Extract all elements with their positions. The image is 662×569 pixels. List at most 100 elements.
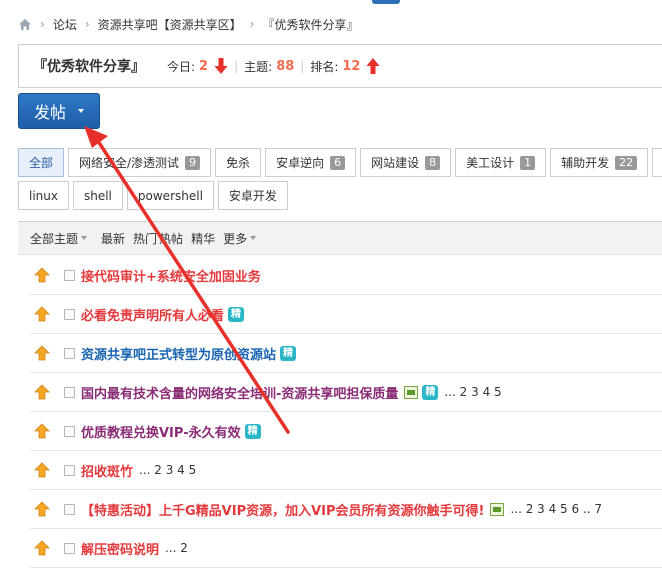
divider: | <box>234 59 239 73</box>
type-tab-design[interactable]: 美工设计 1 <box>455 148 547 177</box>
type-tab-label: shell <box>83 188 112 203</box>
rank-stat: 排名: 12 <box>310 57 380 75</box>
thread-checkbox[interactable] <box>64 347 75 359</box>
thread-title-link[interactable]: 资源共享吧正式转型为原创资源站 <box>81 344 276 363</box>
type-tab-label: 安卓开发 <box>228 189 277 203</box>
digest-badge: 精 <box>422 384 439 400</box>
thread-checkbox[interactable] <box>64 386 75 398</box>
digest-badge: 精 <box>244 423 261 439</box>
thread-checkbox[interactable] <box>64 464 75 476</box>
top-accent-strip <box>372 0 400 4</box>
filter-more[interactable]: 更多 <box>223 230 256 247</box>
table-row: 必看免责声明所有人必看 精 <box>30 295 662 334</box>
pinned-thread-icon <box>34 423 50 439</box>
thread-page-links[interactable]: ... 2 3 4 5 <box>139 463 196 477</box>
thread-page-links[interactable]: ... 2 3 4 5 <box>444 385 501 399</box>
type-tab-label: 安卓逆向 <box>276 156 325 170</box>
thread-page-links[interactable]: ... 2 3 4 5 6 .. 7 <box>510 502 602 516</box>
type-tab-antivirus-evasion[interactable]: 免杀 <box>215 148 262 177</box>
new-post-button[interactable]: 发帖 <box>18 93 100 129</box>
thread-checkbox[interactable] <box>64 503 75 515</box>
breadcrumb-separator: › <box>40 17 45 31</box>
home-icon[interactable] <box>18 18 32 31</box>
thread-page-links[interactable]: ... 2 <box>165 541 188 555</box>
digest-badge: 精 <box>280 345 297 361</box>
topics-label: 主题: <box>244 59 273 74</box>
type-tab-web-building[interactable]: 网站建设 8 <box>360 148 452 177</box>
filter-digest[interactable]: 精华 <box>191 230 215 247</box>
forum-name[interactable]: 『优秀软件分享』 <box>33 56 145 76</box>
table-row: 接代码审计+系统安全加固业务 <box>30 256 662 295</box>
rank-value: 12 <box>342 58 361 74</box>
chevron-down-icon <box>78 109 84 113</box>
table-row: 优质教程兑换VIP-永久有效 精 <box>30 412 662 451</box>
type-tab-label: 免杀 <box>226 156 251 170</box>
type-tab-network-security[interactable]: 网络安全/渗透测试 9 <box>68 148 212 177</box>
trend-up-icon <box>366 57 380 75</box>
breadcrumb-separator: › <box>84 17 90 31</box>
thread-title-link[interactable]: 解压密码说明 <box>81 539 159 558</box>
breadcrumb-current[interactable]: 『优秀软件分享』 <box>262 16 358 33</box>
type-tab-powershell[interactable]: powershell <box>126 181 214 210</box>
thread-filter-bar: 全部主题 最新 热门 热帖 精华 更多 <box>18 221 662 255</box>
trend-down-icon <box>214 57 228 75</box>
breadcrumb: › 论坛 › 资源共享吧【资源共享区】 › 『优秀软件分享』 <box>18 14 358 34</box>
table-row: 国内最有技术含量的网络安全培训-资源共享吧担保质量 精 ... 2 3 4 5 <box>30 373 662 412</box>
type-tab-label: 辅助开发 <box>561 156 610 170</box>
type-tab-label: powershell <box>137 188 203 203</box>
breadcrumb-forum-link[interactable]: 论坛 <box>53 16 77 33</box>
pinned-thread-icon <box>34 501 50 517</box>
type-tab-aux-dev[interactable]: 辅助开发 22 <box>550 148 649 177</box>
breadcrumb-separator: › <box>249 17 255 31</box>
type-tab-count: 6 <box>330 155 346 170</box>
forum-header: 『优秀软件分享』 今日: 2 | 主题: 88 | 排名: 12 <box>18 44 662 88</box>
pinned-thread-icon <box>34 345 50 361</box>
table-row: 解压密码说明 ... 2 <box>30 529 662 568</box>
pinned-thread-icon <box>34 540 50 556</box>
type-tab-count: 9 <box>185 155 201 170</box>
type-tab-shell[interactable]: shell <box>72 181 123 210</box>
pinned-thread-icon <box>34 306 50 322</box>
today-value: 2 <box>199 58 209 74</box>
thread-title-link[interactable]: 招收斑竹 <box>81 461 133 480</box>
thread-title-link[interactable]: 国内最有技术含量的网络安全培训-资源共享吧担保质量 <box>81 383 398 402</box>
thread-title-link[interactable]: 优质教程兑换VIP-永久有效 <box>81 422 241 441</box>
pinned-thread-icon <box>34 384 50 400</box>
type-tab-se[interactable]: SE <box>652 148 662 177</box>
rank-label: 排名: <box>310 59 339 74</box>
pinned-thread-icon <box>34 462 50 478</box>
table-row: 资源共享吧正式转型为原创资源站 精 <box>30 334 662 373</box>
filter-latest[interactable]: 最新 <box>101 230 125 247</box>
filter-hot[interactable]: 热门 <box>133 230 157 247</box>
thread-title-link[interactable]: 必看免责声明所有人必看 <box>81 305 224 324</box>
thread-title-link[interactable]: 接代码审计+系统安全加固业务 <box>81 266 261 285</box>
type-tab-label: linux <box>29 188 58 203</box>
thread-title-link[interactable]: 【特惠活动】上千G精品VIP资源，加入VIP会员所有资源你触手可得! <box>81 500 484 519</box>
image-attachment-icon <box>490 502 505 516</box>
thread-checkbox[interactable] <box>64 425 75 437</box>
type-tab-android-reverse[interactable]: 安卓逆向 6 <box>265 148 357 177</box>
type-tab-linux[interactable]: linux <box>18 181 69 210</box>
type-tab-label: 网络安全/渗透测试 <box>79 156 180 170</box>
topics-stat: 主题: 88 <box>244 58 294 75</box>
type-tab-label: 全部 <box>29 156 54 170</box>
thread-checkbox[interactable] <box>64 269 75 281</box>
type-tab-all[interactable]: 全部 <box>18 148 65 177</box>
thread-list: 接代码审计+系统安全加固业务 必看免责声明所有人必看 精 资源共享吧正式转型为原… <box>30 256 662 568</box>
divider: | <box>300 59 305 73</box>
type-tab-android-dev[interactable]: 安卓开发 <box>217 181 288 210</box>
breadcrumb-section-link[interactable]: 资源共享吧【资源共享区】 <box>98 16 242 33</box>
type-tab-count: 1 <box>520 155 536 170</box>
image-attachment-icon <box>404 385 419 399</box>
thread-checkbox[interactable] <box>64 308 75 320</box>
digest-badge: 精 <box>228 306 245 322</box>
thread-checkbox[interactable] <box>64 542 75 554</box>
filter-hot-posts[interactable]: 热帖 <box>159 230 183 247</box>
table-row: 【特惠活动】上千G精品VIP资源，加入VIP会员所有资源你触手可得! ... 2… <box>30 490 662 529</box>
type-tabs-row: 全部 网络安全/渗透测试 9 免杀 安卓逆向 6 网站建设 8 美工设计 1 辅助开发 2… <box>18 148 662 177</box>
type-tab-count: 8 <box>425 155 441 170</box>
type-tab-label: 网站建设 <box>371 156 420 170</box>
topics-value: 88 <box>276 58 295 74</box>
type-tab-label: 美工设计 <box>466 156 515 170</box>
filter-all-topics[interactable]: 全部主题 <box>30 230 87 247</box>
